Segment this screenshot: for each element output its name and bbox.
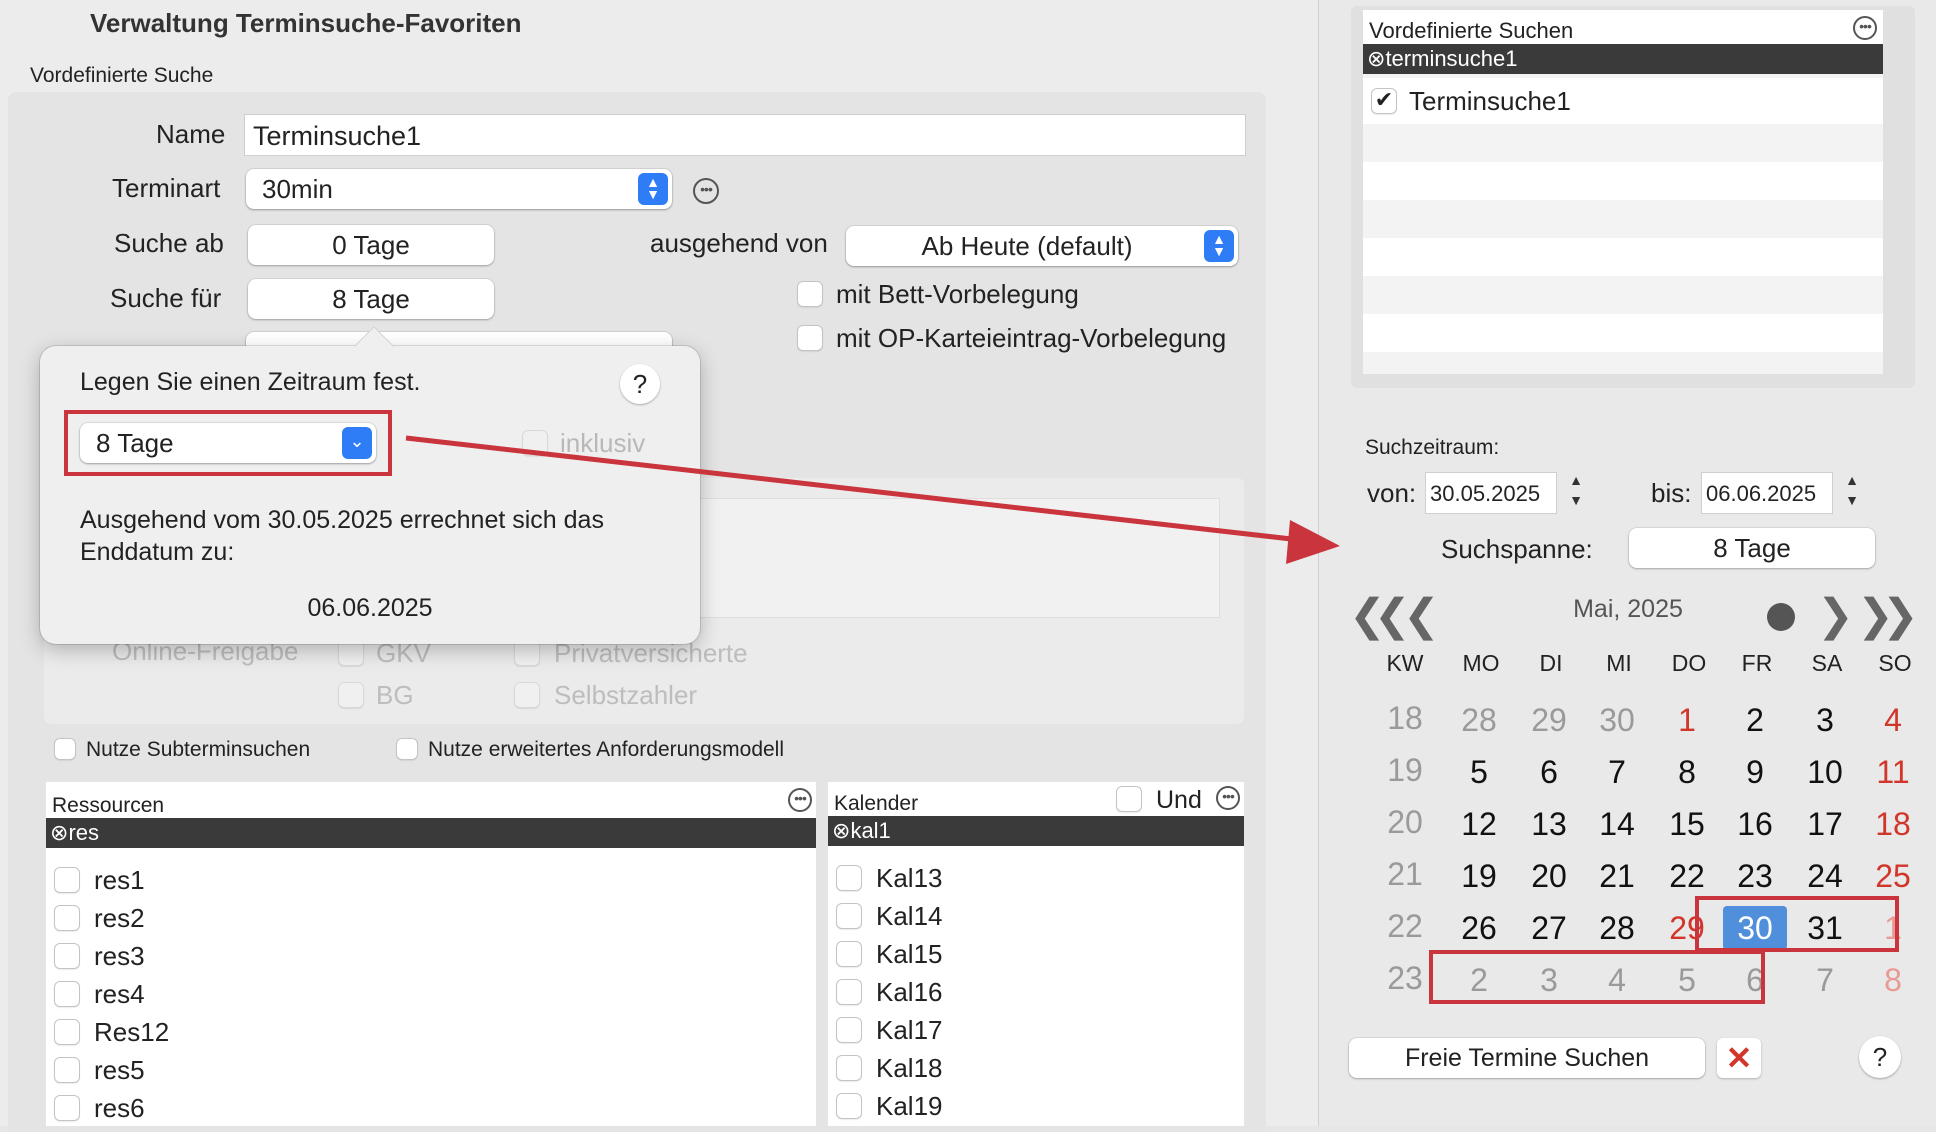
annotation-arrow: [405, 435, 1340, 564]
